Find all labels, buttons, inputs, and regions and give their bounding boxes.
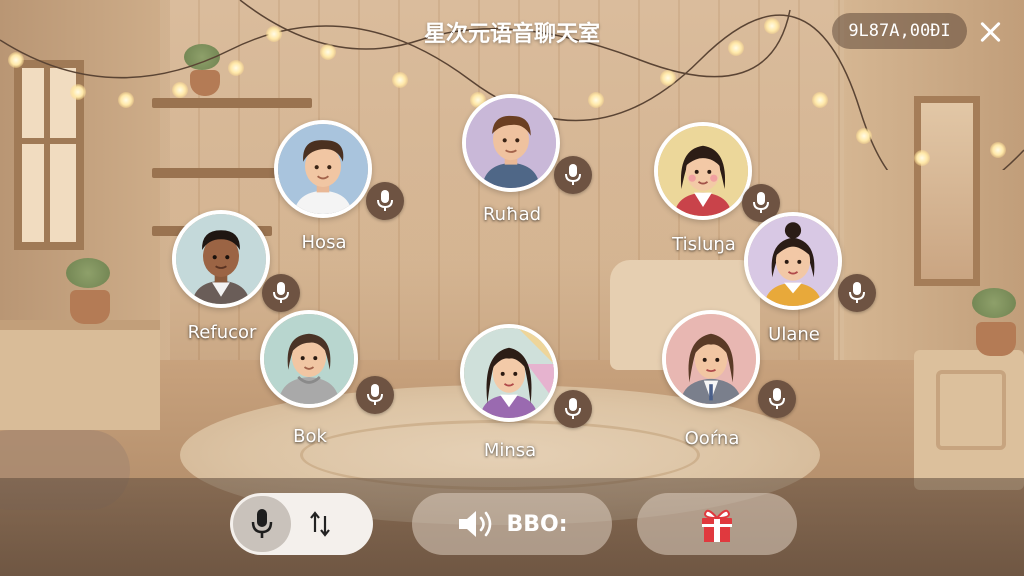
speaker-label: BBO: — [506, 511, 568, 537]
seat-name: Ooŕna — [684, 428, 740, 449]
plant-leaves — [972, 288, 1016, 318]
avatar[interactable] — [744, 212, 842, 310]
avatar-girl-bun-icon — [748, 216, 838, 306]
speaker-icon — [459, 511, 492, 537]
microphone-icon[interactable] — [233, 496, 291, 552]
seat-name: Ruħad — [482, 204, 542, 225]
room-id-badge[interactable]: 9L87A,00ĐI — [832, 13, 967, 49]
seat-name: Bok — [293, 426, 327, 447]
seat-oorna[interactable]: Ooŕna — [632, 308, 796, 458]
avatar-man-dark-icon — [176, 214, 266, 304]
avatar[interactable] — [260, 310, 358, 408]
seat-minsa[interactable]: Minsa — [430, 322, 592, 472]
microphone-icon[interactable] — [554, 390, 592, 428]
avatar-girl-longhair-icon — [464, 328, 554, 418]
microphone-icon[interactable] — [554, 156, 592, 194]
microphone-icon[interactable] — [758, 380, 796, 418]
avatar[interactable] — [462, 94, 560, 192]
plant-pot — [976, 322, 1016, 356]
close-icon[interactable] — [974, 16, 1006, 48]
plant-leaves — [66, 258, 110, 288]
speaker-button[interactable]: BBO: — [412, 493, 612, 555]
switch-arrows-icon[interactable] — [309, 510, 333, 538]
seat-name: Minsa — [483, 440, 537, 461]
avatar-boy-hoodie-icon — [264, 314, 354, 404]
avatar-girl-yellow-icon — [658, 126, 748, 216]
microphone-icon[interactable] — [356, 376, 394, 414]
avatar[interactable] — [460, 324, 558, 422]
microphone-icon[interactable] — [838, 274, 876, 312]
gift-icon — [702, 509, 732, 542]
dresser-drawer — [936, 370, 1006, 450]
plant-pot — [70, 290, 110, 324]
side-table — [0, 320, 160, 430]
microphone-icon[interactable] — [366, 182, 404, 220]
microphone-icon[interactable] — [262, 274, 300, 312]
avatar[interactable] — [654, 122, 752, 220]
avatar[interactable] — [172, 210, 270, 308]
seat-ruhad[interactable]: Ruħad — [432, 92, 592, 242]
avatar[interactable] — [274, 120, 372, 218]
avatar-boy-blue-icon — [278, 124, 368, 214]
gift-button[interactable] — [637, 493, 797, 555]
avatar-woman-pink-icon — [666, 314, 756, 404]
avatar[interactable] — [662, 310, 760, 408]
seat-bok[interactable]: Bok — [230, 308, 394, 458]
avatar-man-beige-icon — [466, 98, 556, 188]
